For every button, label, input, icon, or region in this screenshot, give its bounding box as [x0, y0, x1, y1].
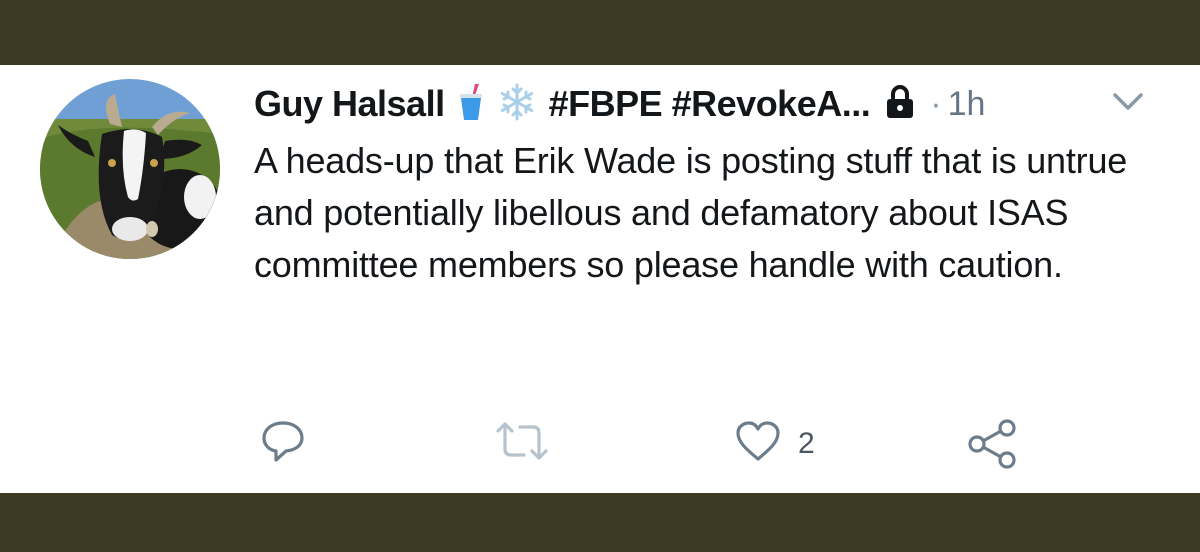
share-button[interactable]	[966, 419, 1018, 474]
lock-icon	[884, 84, 916, 125]
heart-icon	[734, 419, 782, 468]
reply-icon	[260, 419, 306, 468]
cup-with-straw-icon	[457, 82, 485, 127]
tweet-text: A heads-up that Erik Wade is posting stu…	[254, 140, 1128, 285]
avatar[interactable]	[40, 79, 220, 259]
tweet-header: Guy Halsall #FBPE #RevokeA... · 1h	[254, 79, 1174, 129]
share-icon	[966, 419, 1018, 474]
tweet-card[interactable]: Guy Halsall #FBPE #RevokeA... · 1h A hea…	[0, 65, 1200, 493]
reply-button[interactable]	[260, 419, 306, 468]
snowflake-icon	[497, 82, 537, 127]
like-button[interactable]: 2	[734, 419, 815, 468]
like-count: 2	[798, 426, 815, 460]
separator-dot: ·	[930, 84, 942, 123]
retweet-icon	[494, 419, 550, 468]
retweet-button[interactable]	[494, 419, 550, 468]
chevron-down-icon[interactable]	[1112, 91, 1144, 120]
tweet-time[interactable]: 1h	[948, 85, 986, 124]
author-name[interactable]: Guy Halsall	[254, 83, 445, 125]
author-hashtags: #FBPE #RevokeA...	[548, 83, 871, 124]
goat-avatar-image	[40, 79, 220, 259]
